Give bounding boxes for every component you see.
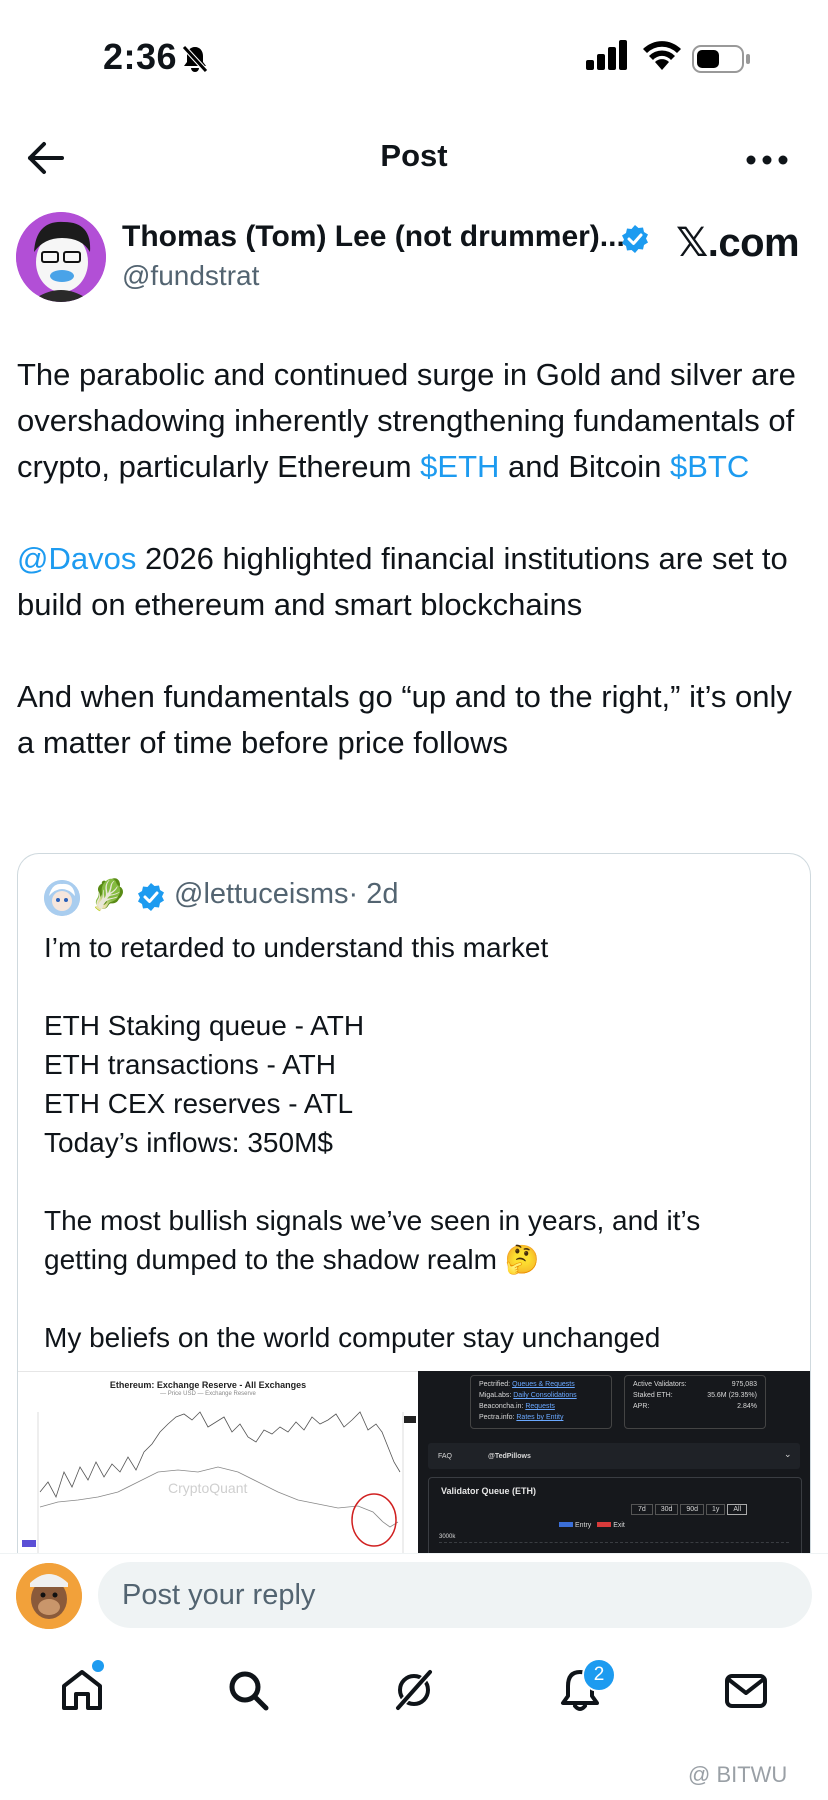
- cashtag-eth-link[interactable]: $ETH: [420, 449, 499, 484]
- post-text-p3: And when fundamentals go “up and to the …: [17, 679, 792, 760]
- active-validators-value: 975,083: [731, 1381, 757, 1388]
- home-icon[interactable]: [58, 1666, 106, 1714]
- chart-image-watermark: CryptoQuant: [168, 1480, 248, 1496]
- apr-label: APR:: [633, 1403, 650, 1410]
- range-30d[interactable]: 30d: [654, 1504, 679, 1515]
- quoted-post-text: I’m to retarded to understand this marke…: [44, 928, 784, 1357]
- requests-link[interactable]: Requests: [525, 1403, 555, 1410]
- home-unread-dot: [92, 1660, 104, 1672]
- range-buttons: 7d 30d 90d 1y All: [631, 1504, 748, 1515]
- range-all[interactable]: All: [727, 1504, 748, 1515]
- post-text-p1b: and Bitcoin: [499, 449, 671, 484]
- cell-signal-icon: [586, 40, 627, 70]
- bitwu-watermark: @ BITWU: [688, 1762, 788, 1787]
- verified-badge-icon: [622, 225, 648, 253]
- search-icon[interactable]: [224, 1666, 272, 1714]
- bell-muted-icon: [182, 45, 208, 73]
- quoted-post-age: · 2d: [348, 878, 399, 910]
- stats-panel: Active Validators: 975,083 Staked ETH: 3…: [624, 1375, 766, 1429]
- daily-consolidations-link[interactable]: Daily Consolidations: [513, 1392, 576, 1399]
- staked-eth-label: Staked ETH:: [633, 1392, 673, 1399]
- legend-exit: Exit: [613, 1522, 625, 1529]
- quoted-verified-badge-icon: [138, 883, 164, 911]
- validator-queue-panel: Validator Queue (ETH) 7d 30d 90d 1y All …: [428, 1477, 802, 1554]
- pectrified-label: Pectrified:: [479, 1381, 511, 1388]
- divider: [0, 1553, 828, 1554]
- series-legend: Entry Exit: [559, 1520, 625, 1531]
- rates-by-entity-link[interactable]: Rates by Entity: [516, 1414, 563, 1421]
- range-7d[interactable]: 7d: [631, 1504, 653, 1515]
- more-options-icon[interactable]: [745, 154, 789, 166]
- quoted-line: ETH transactions - ATH: [44, 1049, 337, 1080]
- notifications-badge: 2: [582, 1658, 616, 1692]
- migalabs-label: MigaLabs:: [479, 1392, 512, 1399]
- quoted-line: Today’s inflows: 350M$: [44, 1127, 333, 1158]
- x-com-suffix: com: [718, 221, 800, 265]
- post-text: The parabolic and continued surge in Gol…: [17, 352, 817, 766]
- beaconcha-label: Beaconcha.in:: [479, 1403, 524, 1410]
- apr-value: 2.84%: [737, 1403, 757, 1410]
- active-validators-label: Active Validators:: [633, 1381, 687, 1388]
- author-handle[interactable]: @fundstrat: [122, 260, 259, 292]
- faq-label: FAQ: [438, 1453, 453, 1460]
- grok-icon[interactable]: [390, 1666, 438, 1714]
- queues-requests-link[interactable]: Queues & Requests: [512, 1381, 575, 1388]
- quoted-line: ETH CEX reserves - ATL: [44, 1088, 354, 1119]
- reply-placeholder: Post your reply: [122, 1579, 316, 1611]
- exchange-reserve-chart-image[interactable]: Ethereum: Exchange Reserve - All Exchang…: [18, 1371, 418, 1554]
- credit-handle: @TedPillows: [488, 1453, 531, 1460]
- chart-image-plot: [22, 1411, 416, 1554]
- status-time: 2:36: [103, 36, 178, 77]
- range-1y[interactable]: 1y: [706, 1504, 726, 1515]
- battery-icon: [692, 45, 750, 73]
- x-com-watermark: 𝕏.com: [676, 220, 800, 266]
- quoted-author-avatar: [44, 880, 80, 916]
- wifi-icon: [643, 41, 681, 70]
- quoted-line: The most bullish signals we’ve seen in y…: [44, 1205, 701, 1275]
- mention-davos-link[interactable]: @Davos: [17, 541, 136, 576]
- validator-queue-title: Validator Queue (ETH): [441, 1486, 537, 1496]
- page-title: Post: [380, 138, 448, 173]
- cashtag-btc-link[interactable]: $BTC: [670, 449, 749, 484]
- chevron-down-icon: ⌄: [784, 1449, 792, 1459]
- quoted-handle-text: @lettuceisms: [174, 878, 349, 910]
- pectra-label: Pectra.info:: [479, 1414, 515, 1421]
- quoted-line: My beliefs on the world computer stay un…: [44, 1322, 661, 1353]
- range-90d[interactable]: 90d: [680, 1504, 705, 1515]
- author-avatar[interactable]: [16, 212, 106, 302]
- faq-bar[interactable]: FAQ @TedPillows ⌄: [428, 1443, 800, 1469]
- legend-entry: Entry: [574, 1522, 592, 1529]
- messages-icon[interactable]: [722, 1666, 770, 1714]
- leafy-green-emoji: 🥬: [90, 879, 128, 912]
- links-panel: Pectrified: Queues & Requests MigaLabs: …: [470, 1375, 612, 1429]
- reply-input[interactable]: Post your reply: [98, 1562, 812, 1628]
- quoted-author-handle[interactable]: @lettuceisms· 2d: [174, 878, 398, 911]
- quoted-line: ETH Staking queue - ATH: [44, 1010, 365, 1041]
- staked-eth-value: 35.6M (29.35%): [707, 1392, 757, 1399]
- validator-dashboard-image[interactable]: Pectrified: Queues & Requests MigaLabs: …: [418, 1371, 810, 1554]
- x-logo-icon: 𝕏: [676, 220, 708, 266]
- user-avatar[interactable]: [16, 1563, 82, 1629]
- author-name[interactable]: Thomas (Tom) Lee (not drummer)...: [122, 220, 625, 254]
- quoted-line: I’m to retarded to understand this marke…: [44, 932, 549, 963]
- quoted-post-card[interactable]: 🥬 @lettuceisms· 2d I’m to retarded to un…: [17, 853, 811, 1554]
